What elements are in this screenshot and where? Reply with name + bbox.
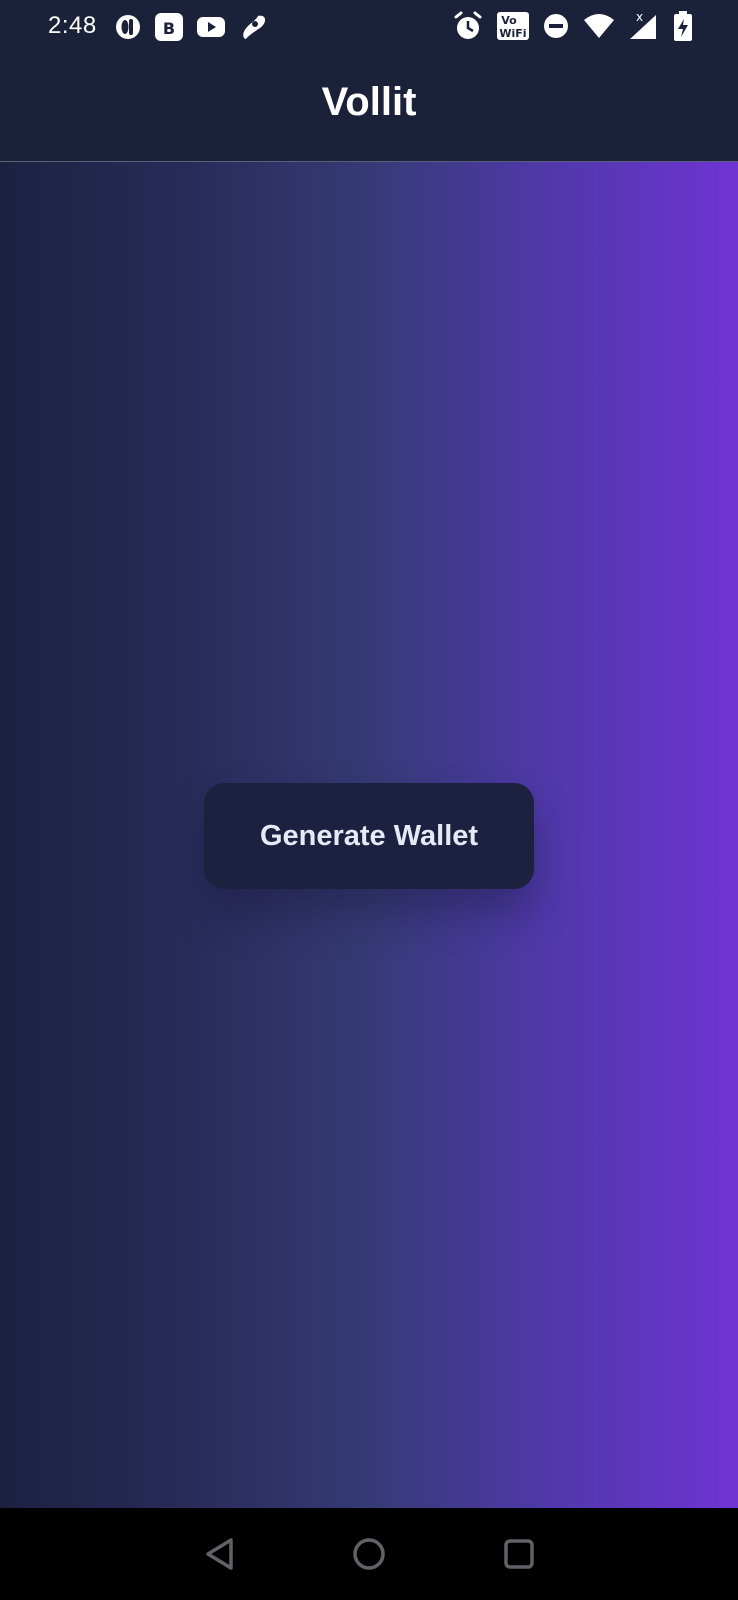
alarm-icon: [452, 10, 484, 42]
b-app-icon: B: [154, 12, 184, 42]
youtube-icon: [196, 15, 226, 39]
signal-icon: x: [628, 11, 660, 41]
navigation-bar: [0, 1508, 738, 1600]
home-icon[interactable]: [347, 1532, 391, 1576]
status-bar: 2:48 B Vo WiFi x: [0, 0, 738, 54]
app-title: Vollit: [321, 80, 417, 124]
svg-text:B: B: [163, 19, 175, 38]
status-left-icons: B: [114, 12, 270, 42]
svg-text:Vo: Vo: [501, 14, 517, 27]
app-screen: 2:48 B Vo WiFi x Vollit Generate Wallet: [0, 0, 738, 1600]
battery-charging-icon: [672, 10, 694, 42]
vowifi-icon: Vo WiFi: [496, 11, 530, 41]
svg-text:x: x: [636, 11, 643, 24]
main-content: Generate Wallet: [0, 162, 738, 1508]
dnd-icon: [542, 12, 570, 40]
wifi-icon: [582, 12, 616, 40]
status-time: 2:48: [48, 12, 97, 39]
svg-text:WiFi: WiFi: [499, 27, 526, 40]
back-icon[interactable]: [198, 1532, 242, 1576]
airtel-icon: [238, 12, 270, 42]
status-right-icons: Vo WiFi x: [452, 10, 694, 42]
recents-icon[interactable]: [497, 1532, 541, 1576]
opera-icon: [114, 13, 142, 41]
generate-wallet-button[interactable]: Generate Wallet: [204, 783, 534, 889]
app-bar: Vollit: [0, 54, 738, 162]
